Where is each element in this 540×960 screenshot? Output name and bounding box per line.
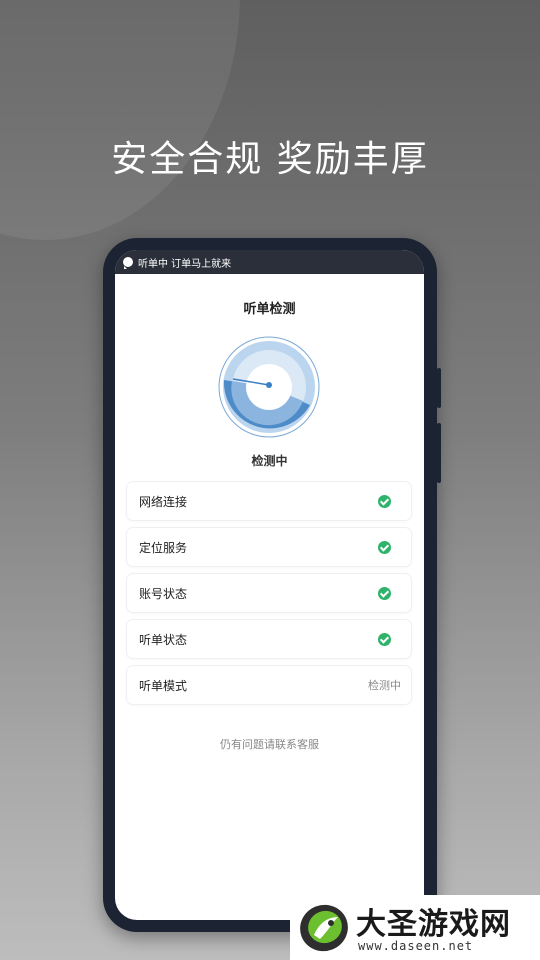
check-row-listening[interactable]: 听单状态 — [127, 620, 411, 658]
background-circle — [0, 0, 240, 240]
gauge-icon — [218, 336, 320, 438]
check-row-status: 检测中 — [368, 679, 401, 692]
check-row-label: 网络连接 — [139, 494, 188, 509]
check-circle-icon — [378, 586, 391, 600]
screen-title: 听单检测 — [243, 302, 296, 317]
check-row-label: 账号状态 — [139, 586, 188, 601]
watermark-url: www.daseen.net — [358, 939, 474, 953]
check-row-account[interactable]: 账号状态 — [127, 574, 411, 612]
notification-text: 听单中 订单马上就来 — [138, 258, 232, 270]
promo-page: 安全合规 奖励丰厚 听单中 订单马上就来 听单检测 检测中 网络连接 定位服务 … — [0, 0, 540, 960]
promo-headline: 安全合规 奖励丰厚 — [111, 139, 429, 180]
check-row-label: 听单模式 — [139, 678, 188, 693]
check-row-mode[interactable]: 听单模式 检测中 — [127, 666, 411, 704]
check-row-location[interactable]: 定位服务 — [127, 528, 411, 566]
check-circle-icon — [378, 540, 391, 554]
phone-screen: 听单中 订单马上就来 听单检测 检测中 网络连接 定位服务 账号状态 听单状态 … — [115, 250, 424, 920]
brand-logo-icon — [300, 904, 348, 952]
chat-bubble-icon — [123, 257, 133, 269]
phone-mockup: 听单中 订单马上就来 听单检测 检测中 网络连接 定位服务 账号状态 听单状态 … — [103, 238, 441, 932]
check-circle-icon — [378, 494, 391, 508]
phone-power-button — [437, 423, 441, 483]
phone-volume-button — [437, 368, 441, 408]
contact-support-link[interactable]: 仍有问题请联系客服 — [115, 736, 424, 752]
watermark: 大圣游戏网 www.daseen.net — [290, 895, 540, 960]
check-row-network[interactable]: 网络连接 — [127, 482, 411, 520]
notification-bar[interactable]: 听单中 订单马上就来 — [115, 250, 424, 274]
check-row-label: 定位服务 — [139, 540, 188, 555]
check-circle-icon — [378, 632, 391, 646]
check-list: 网络连接 定位服务 账号状态 听单状态 听单模式 检测中 — [127, 482, 411, 712]
check-row-label: 听单状态 — [139, 632, 188, 647]
gauge-status-label: 检测中 — [251, 454, 288, 468]
watermark-name: 大圣游戏网 — [356, 907, 511, 942]
